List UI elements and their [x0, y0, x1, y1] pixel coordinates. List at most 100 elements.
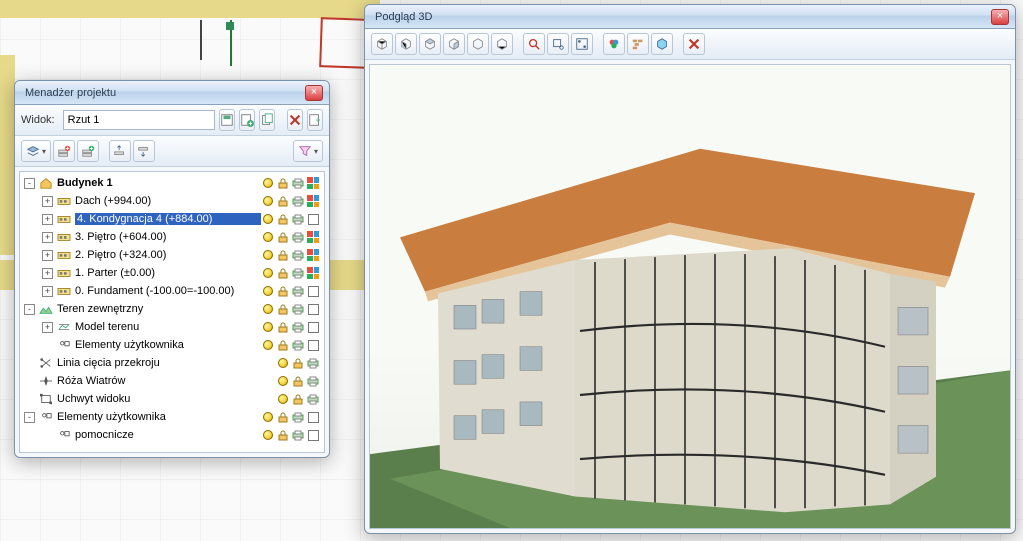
- visibility-bulb-icon[interactable]: [261, 410, 275, 424]
- lock-icon[interactable]: [291, 392, 305, 406]
- checkbox-icon[interactable]: [306, 410, 320, 424]
- tree-expander[interactable]: +: [42, 322, 53, 333]
- project-manager-titlebar[interactable]: Menadżer projektu ×: [15, 81, 329, 105]
- tree-row-roza[interactable]: Róża Wiatrów: [22, 372, 322, 390]
- checkbox-icon[interactable]: [306, 338, 320, 352]
- view-copy-button[interactable]: [259, 109, 275, 131]
- visibility-bulb-icon[interactable]: [261, 230, 275, 244]
- view-save-button[interactable]: [219, 109, 235, 131]
- visibility-bulb-icon[interactable]: [261, 302, 275, 316]
- color-quad-icon[interactable]: [306, 230, 320, 244]
- tree-expander[interactable]: +: [42, 250, 53, 261]
- add-level-button[interactable]: [53, 140, 75, 162]
- tree-row-dach[interactable]: +Dach (+994.00): [22, 192, 322, 210]
- preview-3d-titlebar[interactable]: Podgląd 3D ×: [365, 5, 1015, 29]
- lock-icon[interactable]: [276, 320, 290, 334]
- lock-icon[interactable]: [276, 266, 290, 280]
- visibility-bulb-icon[interactable]: [261, 176, 275, 190]
- print-icon[interactable]: [291, 194, 305, 208]
- checkbox-icon[interactable]: [306, 320, 320, 334]
- tree-row-p3[interactable]: +3. Piętro (+604.00): [22, 228, 322, 246]
- view-delete-button[interactable]: [287, 109, 303, 131]
- close-icon[interactable]: ×: [991, 9, 1009, 25]
- print-icon[interactable]: [291, 176, 305, 190]
- visibility-bulb-icon[interactable]: [261, 194, 275, 208]
- lock-icon[interactable]: [276, 428, 290, 442]
- visibility-bulb-icon[interactable]: [276, 374, 290, 388]
- checkbox-icon[interactable]: [306, 302, 320, 316]
- view-persp-button[interactable]: [371, 33, 393, 55]
- close-icon[interactable]: ×: [305, 85, 323, 101]
- view-bottom-button[interactable]: [491, 33, 513, 55]
- print-icon[interactable]: [306, 374, 320, 388]
- print-icon[interactable]: [291, 410, 305, 424]
- tree-row-teren[interactable]: -Teren zewnętrzny: [22, 300, 322, 318]
- lock-icon[interactable]: [276, 248, 290, 262]
- color-quad-icon[interactable]: [306, 176, 320, 190]
- color-quad-icon[interactable]: [306, 266, 320, 280]
- visibility-bulb-icon[interactable]: [261, 212, 275, 226]
- filter-button[interactable]: [293, 140, 323, 162]
- checkbox-icon[interactable]: [306, 284, 320, 298]
- move-level-down-button[interactable]: [133, 140, 155, 162]
- zoom-button[interactable]: [523, 33, 545, 55]
- tree-expander[interactable]: +: [42, 268, 53, 279]
- print-icon[interactable]: [291, 320, 305, 334]
- tree-row-linia[interactable]: Linia cięcia przekroju: [22, 354, 322, 372]
- tree-row-elem1[interactable]: Elementy użytkownika: [22, 336, 322, 354]
- view-top-button[interactable]: [419, 33, 441, 55]
- visibility-bulb-icon[interactable]: [261, 338, 275, 352]
- color-quad-icon[interactable]: [306, 248, 320, 262]
- lock-icon[interactable]: [276, 176, 290, 190]
- print-icon[interactable]: [291, 212, 305, 226]
- tree-row-budynek[interactable]: -Budynek 1: [22, 174, 322, 192]
- print-icon[interactable]: [291, 284, 305, 298]
- close-red-button[interactable]: [683, 33, 705, 55]
- tree-expander[interactable]: +: [42, 214, 53, 225]
- tree-expander[interactable]: -: [24, 304, 35, 315]
- viewport-3d[interactable]: [369, 64, 1011, 529]
- tree-row-p1[interactable]: +1. Parter (±0.00): [22, 264, 322, 282]
- tree-row-elem2[interactable]: -Elementy użytkownika: [22, 408, 322, 426]
- print-icon[interactable]: [291, 248, 305, 262]
- print-icon[interactable]: [291, 230, 305, 244]
- layers-button[interactable]: [21, 140, 51, 162]
- visibility-bulb-icon[interactable]: [276, 356, 290, 370]
- view-front-button[interactable]: [395, 33, 417, 55]
- tree-row-fund[interactable]: +0. Fundament (-100.00=-100.00): [22, 282, 322, 300]
- visibility-bulb-icon[interactable]: [261, 320, 275, 334]
- walls-button[interactable]: [627, 33, 649, 55]
- lock-icon[interactable]: [276, 194, 290, 208]
- visibility-bulb-icon[interactable]: [276, 392, 290, 406]
- tree-expander[interactable]: +: [42, 286, 53, 297]
- print-icon[interactable]: [291, 266, 305, 280]
- lock-icon[interactable]: [276, 410, 290, 424]
- visibility-bulb-icon[interactable]: [261, 248, 275, 262]
- tree-row-model[interactable]: +Model terenu: [22, 318, 322, 336]
- print-icon[interactable]: [291, 338, 305, 352]
- print-icon[interactable]: [306, 356, 320, 370]
- project-tree[interactable]: -Budynek 1+Dach (+994.00)+4. Kondygnacja…: [19, 171, 325, 453]
- zoom-window-button[interactable]: [547, 33, 569, 55]
- tree-expander[interactable]: -: [24, 178, 35, 189]
- lock-icon[interactable]: [276, 230, 290, 244]
- lock-icon[interactable]: [276, 284, 290, 298]
- colors-button[interactable]: [603, 33, 625, 55]
- checkbox-icon[interactable]: [306, 212, 320, 226]
- tree-expander[interactable]: -: [24, 412, 35, 423]
- box-button[interactable]: [651, 33, 673, 55]
- visibility-bulb-icon[interactable]: [261, 266, 275, 280]
- add-level-green-button[interactable]: [77, 140, 99, 162]
- view-name-input[interactable]: [63, 110, 215, 130]
- view-back-button[interactable]: [467, 33, 489, 55]
- lock-icon[interactable]: [276, 338, 290, 352]
- lock-icon[interactable]: [291, 356, 305, 370]
- lock-icon[interactable]: [291, 374, 305, 388]
- visibility-bulb-icon[interactable]: [261, 284, 275, 298]
- tree-row-p2[interactable]: +2. Piętro (+324.00): [22, 246, 322, 264]
- print-icon[interactable]: [306, 392, 320, 406]
- tree-expander[interactable]: +: [42, 232, 53, 243]
- view-add-button[interactable]: [239, 109, 255, 131]
- visibility-bulb-icon[interactable]: [261, 428, 275, 442]
- lock-icon[interactable]: [276, 212, 290, 226]
